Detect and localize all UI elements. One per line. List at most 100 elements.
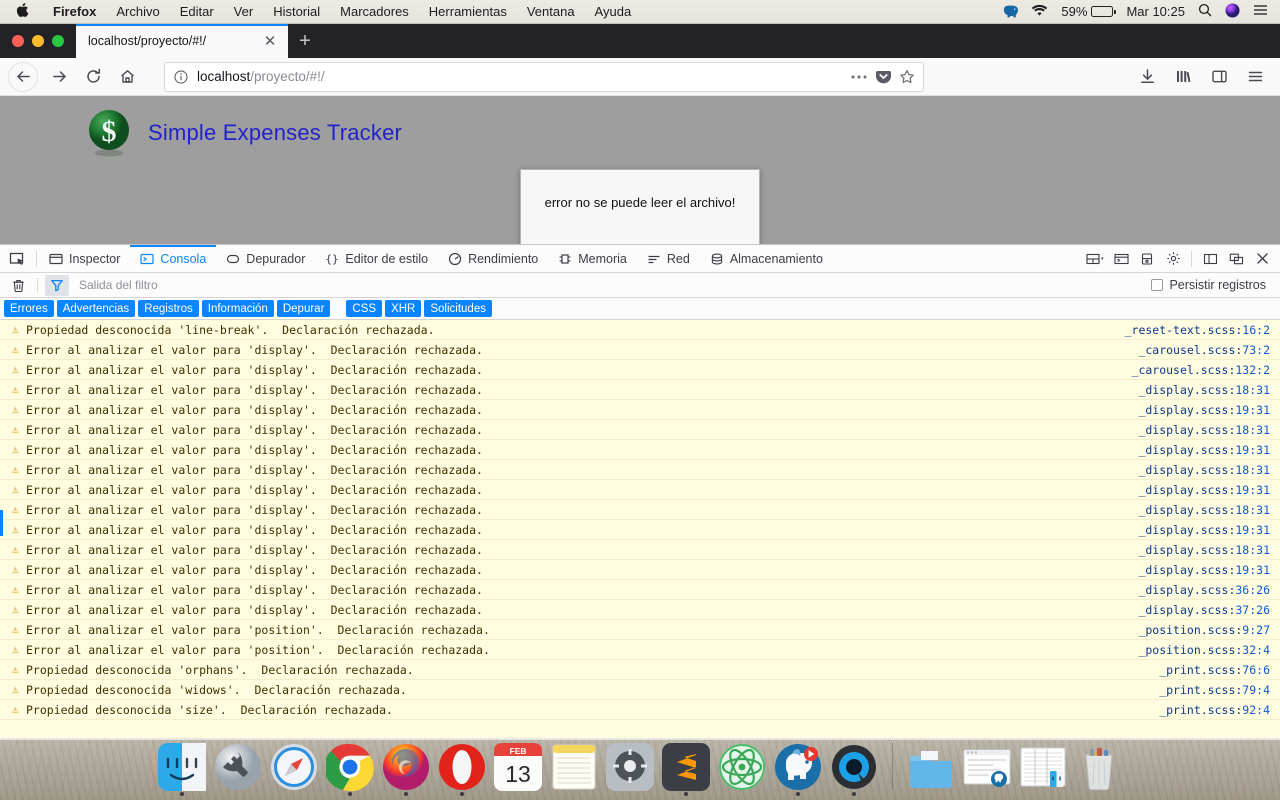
apple-icon[interactable]: [0, 2, 43, 21]
console-source-link[interactable]: _display.scss:37:26: [1138, 603, 1280, 617]
console-filter-input[interactable]: Salida del filtro: [73, 278, 1147, 292]
menu-item-archivo[interactable]: Archivo: [106, 4, 169, 19]
filter-errores[interactable]: Errores: [4, 300, 54, 317]
console-source-link[interactable]: _display.scss:19:31: [1138, 443, 1280, 457]
filter-informacion[interactable]: Información: [201, 300, 274, 317]
close-window-button[interactable]: [12, 35, 24, 47]
console-row[interactable]: ⚠ Error al analizar el valor para 'displa…: [0, 380, 1280, 400]
menu-item-ventana[interactable]: Ventana: [517, 4, 585, 19]
url-bar[interactable]: localhost/proyecto/#!/: [164, 61, 924, 92]
star-icon[interactable]: [899, 69, 915, 85]
filter-funnel-icon[interactable]: [45, 274, 69, 296]
spotlight-search-icon[interactable]: [1198, 3, 1212, 20]
forward-arrow-icon[interactable]: [42, 61, 76, 93]
console-row[interactable]: ⚠ Error al analizar el valor para 'displa…: [0, 360, 1280, 380]
console-source-link[interactable]: _print.scss:92:4: [1159, 703, 1280, 717]
library-icon[interactable]: [1166, 61, 1200, 93]
menu-item-herramientas[interactable]: Herramientas: [419, 4, 517, 19]
dock-item-minimized-window-2[interactable]: [1019, 743, 1067, 791]
console-row[interactable]: ⚠ Error al analizar el valor para 'displa…: [0, 400, 1280, 420]
console-row[interactable]: ⚠ Error al analizar el valor para 'displa…: [0, 600, 1280, 620]
console-source-link[interactable]: _display.scss:36:26: [1138, 583, 1280, 597]
info-circle-icon[interactable]: [173, 69, 189, 85]
dock-item-minimized-window-1[interactable]: [963, 743, 1011, 791]
dock-item-firefox[interactable]: [382, 743, 430, 796]
menubar-clock[interactable]: Mar 10:25: [1126, 4, 1185, 19]
dock-item-safari[interactable]: [270, 743, 318, 791]
dock-item-downloads-folder[interactable]: [907, 743, 955, 791]
sidebar-icon[interactable]: [1202, 61, 1236, 93]
dock-item-notes[interactable]: [550, 743, 598, 791]
console-source-link[interactable]: _display.scss:18:31: [1138, 463, 1280, 477]
element-picker-icon[interactable]: [0, 251, 34, 267]
console-row[interactable]: ⚠ Error al analizar el valor para 'displa…: [0, 340, 1280, 360]
dock-side-icon[interactable]: [1198, 247, 1222, 271]
separate-window-icon[interactable]: [1224, 247, 1248, 271]
persist-logs-toggle[interactable]: Persistir registros: [1151, 278, 1274, 292]
persist-logs-checkbox[interactable]: [1151, 279, 1164, 291]
back-arrow-icon[interactable]: [8, 61, 38, 92]
reload-icon[interactable]: [76, 61, 110, 93]
console-source-link[interactable]: _display.scss:19:31: [1138, 483, 1280, 497]
console-source-link[interactable]: _print.scss:79:4: [1159, 683, 1280, 697]
dock-item-atom[interactable]: [718, 743, 766, 791]
console-row[interactable]: ⚠ Error al analizar el valor para 'displa…: [0, 500, 1280, 520]
dock-item-finder[interactable]: [157, 743, 206, 796]
filter-depurar[interactable]: Depurar: [276, 300, 331, 317]
dock-item-calendar[interactable]: FEB 13: [493, 743, 542, 791]
tab-almacenamiento[interactable]: Almacenamiento: [700, 245, 833, 273]
mamp-elephant-icon[interactable]: [1003, 5, 1019, 19]
tab-inspector[interactable]: Inspector: [39, 245, 130, 273]
tab-red[interactable]: Red: [637, 245, 700, 273]
trash-icon[interactable]: [6, 275, 30, 296]
dock-item-mamp[interactable]: [774, 743, 822, 796]
tab-depurador[interactable]: Depurador: [216, 245, 315, 273]
tab-consola[interactable]: Consola: [130, 244, 217, 273]
console-source-link[interactable]: _display.scss:18:31: [1138, 543, 1280, 557]
console-source-link[interactable]: _reset-text.scss:16:2: [1125, 323, 1280, 337]
menu-item-marcadores[interactable]: Marcadores: [330, 4, 419, 19]
console-source-link[interactable]: _display.scss:18:31: [1138, 383, 1280, 397]
console-row[interactable]: ⚠ Error al analizar el valor para 'displa…: [0, 480, 1280, 500]
console-row[interactable]: ⚠ Propiedad desconocida 'line-break'. Dec…: [0, 320, 1280, 340]
console-row[interactable]: ⚠ Error al analizar el valor para 'displa…: [0, 420, 1280, 440]
console-row[interactable]: ⚠ Propiedad desconocida 'orphans'. Declar…: [0, 660, 1280, 680]
close-icon[interactable]: ✕: [260, 31, 280, 51]
console-source-link[interactable]: _print.scss:76:6: [1159, 663, 1280, 677]
console-source-link[interactable]: _display.scss:18:31: [1138, 503, 1280, 517]
filter-solicitudes[interactable]: Solicitudes: [424, 300, 492, 317]
console-row[interactable]: ⚠ Error al analizar el valor para 'displa…: [0, 520, 1280, 540]
console-source-link[interactable]: _display.scss:19:31: [1138, 563, 1280, 577]
dock-item-launchpad[interactable]: [214, 743, 262, 791]
console-output[interactable]: ⚠ Propiedad desconocida 'line-break'. Dec…: [0, 320, 1280, 740]
tab-memoria[interactable]: Memoria: [548, 245, 637, 273]
console-row[interactable]: ⚠ Error al analizar el valor para 'positi…: [0, 620, 1280, 640]
console-row[interactable]: ⚠ Error al analizar el valor para 'displa…: [0, 540, 1280, 560]
console-row[interactable]: ⚠ Error al analizar el valor para 'displa…: [0, 440, 1280, 460]
dock-item-google-chrome[interactable]: [323, 743, 374, 796]
console-row[interactable]: ⚠ Error al analizar el valor para 'displa…: [0, 560, 1280, 580]
browser-tab[interactable]: localhost/proyecto/#!/ ✕: [76, 24, 288, 58]
notification-center-icon[interactable]: [1253, 4, 1268, 19]
pocket-icon[interactable]: [876, 69, 891, 84]
dock-item-sublime-text[interactable]: [661, 743, 710, 796]
ellipsis-icon[interactable]: [850, 74, 868, 80]
tab-rendimiento[interactable]: Rendimiento: [438, 245, 548, 273]
siri-icon[interactable]: [1225, 3, 1240, 21]
menu-item-firefox[interactable]: Firefox: [43, 4, 106, 19]
console-row[interactable]: ⚠ Propiedad desconocida 'widows'. Declara…: [0, 680, 1280, 700]
responsive-layout-icon[interactable]: [1083, 247, 1107, 271]
dock-item-system-preferences[interactable]: [605, 743, 654, 791]
filter-xhr[interactable]: XHR: [385, 300, 422, 317]
filter-css[interactable]: CSS: [346, 300, 383, 317]
menu-item-ayuda[interactable]: Ayuda: [585, 4, 642, 19]
hamburger-menu-icon[interactable]: [1238, 61, 1272, 93]
download-arrow-icon[interactable]: [1130, 61, 1164, 93]
console-source-link[interactable]: _position.scss:32:4: [1138, 643, 1280, 657]
battery-indicator[interactable]: 59%: [1061, 4, 1116, 19]
home-icon[interactable]: [110, 61, 144, 93]
close-icon[interactable]: [1250, 247, 1274, 271]
console-source-link[interactable]: _position.scss:9:27: [1138, 623, 1280, 637]
console-source-link[interactable]: _display.scss:19:31: [1138, 523, 1280, 537]
minimize-window-button[interactable]: [32, 35, 44, 47]
